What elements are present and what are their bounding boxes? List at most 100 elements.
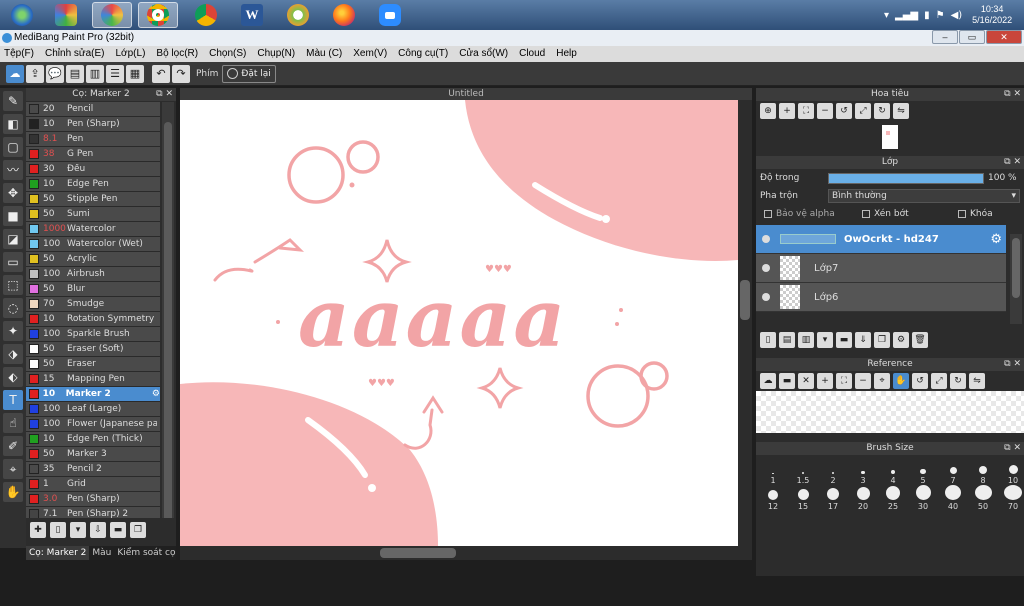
battery-icon[interactable]: ▮: [924, 10, 930, 21]
flag-icon[interactable]: ⚑: [936, 10, 945, 21]
brush-size-option[interactable]: 8: [968, 459, 998, 485]
folder-icon[interactable]: ▬: [110, 522, 126, 538]
maximize-button[interactable]: ▭: [959, 30, 985, 44]
brush-item[interactable]: 8.1 Pen: [26, 132, 160, 147]
list-icon[interactable]: ☰: [106, 64, 124, 83]
brush-item[interactable]: 38 G Pen: [26, 147, 160, 162]
open-folder-icon[interactable]: ▬: [779, 373, 795, 389]
new-halftone-layer-icon[interactable]: ▤: [779, 332, 795, 348]
brush-settings-gear-icon[interactable]: ⚙: [152, 389, 160, 399]
reference-canvas[interactable]: [756, 391, 1024, 433]
brush-tool-icon[interactable]: ✎: [3, 91, 23, 111]
layer-row[interactable]: OwOcrkt - hd247 ⚙: [756, 225, 1006, 254]
cloud-open-icon[interactable]: ☁: [760, 373, 776, 389]
signal-icon[interactable]: ▂▄▆: [895, 10, 918, 21]
undo-icon[interactable]: ↶: [152, 64, 170, 83]
eyedropper-icon[interactable]: ⌖: [874, 373, 890, 389]
lasso-tool-icon[interactable]: ◌: [3, 298, 23, 318]
brush-size-option[interactable]: 50: [968, 485, 998, 511]
canvas-vertical-scrollbar[interactable]: [738, 100, 752, 546]
fit-screen-icon[interactable]: ⤢: [855, 103, 871, 119]
reset-button[interactable]: Đặt lại: [222, 64, 276, 83]
brush-size-option[interactable]: 7: [938, 459, 968, 485]
blend-mode-select[interactable]: Bình thường ▾: [828, 189, 1020, 203]
flip-icon[interactable]: ⇋: [969, 373, 985, 389]
magic-wand-icon[interactable]: ✦: [3, 321, 23, 341]
taskbar-word[interactable]: W: [232, 2, 272, 28]
comment-icon[interactable]: 💬: [46, 64, 64, 83]
brush-size-option[interactable]: 3: [848, 459, 878, 485]
brush-item[interactable]: 30 Đều: [26, 162, 160, 177]
brush-item[interactable]: 1000 Watercolor: [26, 222, 160, 237]
drawing-canvas[interactable]: ♥♥♥ ♥♥♥ aaaaa: [180, 100, 738, 546]
rectangle-tool-icon[interactable]: ▢: [3, 137, 23, 157]
layer-list-scrollbar[interactable]: [1010, 234, 1022, 324]
zoom-in-icon[interactable]: +: [817, 373, 833, 389]
brush-item[interactable]: 50 Stipple Pen: [26, 192, 160, 207]
chat-icon[interactable]: ▤: [66, 64, 84, 83]
brush-size-option[interactable]: 15: [788, 485, 818, 511]
fit-screen-icon[interactable]: ⤢: [931, 373, 947, 389]
layer-folder-icon[interactable]: ▬: [836, 332, 852, 348]
brush-item[interactable]: 15 Mapping Pen: [26, 372, 160, 387]
brush-size-option[interactable]: 4: [878, 459, 908, 485]
protect-alpha-checkbox[interactable]: [764, 210, 772, 218]
zoom-in-icon[interactable]: +: [779, 103, 795, 119]
brush-size-option[interactable]: 10: [998, 459, 1024, 485]
tab-brush-control[interactable]: Kiểm soát cọ: [114, 546, 178, 560]
brush-item[interactable]: 20 Pencil: [26, 102, 160, 117]
rotate-left-icon[interactable]: ↺: [836, 103, 852, 119]
brush-item[interactable]: 50 Acrylic: [26, 252, 160, 267]
menu-view[interactable]: Xem(V): [353, 46, 387, 62]
new-layer-icon[interactable]: ▯: [760, 332, 776, 348]
actual-size-icon[interactable]: ⛶: [798, 103, 814, 119]
brush-size-option[interactable]: 5: [908, 459, 938, 485]
brush-item[interactable]: 1 Grid: [26, 477, 160, 492]
add-brush-icon[interactable]: ✚: [30, 522, 46, 538]
menu-window[interactable]: Cửa sổ(W): [459, 46, 508, 62]
move-tool-icon[interactable]: ✥: [3, 183, 23, 203]
close-button[interactable]: ✕: [986, 30, 1022, 44]
bucket-tool-icon[interactable]: ◪: [3, 229, 23, 249]
brush-item[interactable]: 10 Rotation Symmetry Pe: [26, 312, 160, 327]
document-icon[interactable]: ▥: [86, 64, 104, 83]
grid-icon[interactable]: ▦: [126, 64, 144, 83]
new-file-icon[interactable]: ▯: [50, 522, 66, 538]
menu-select[interactable]: Chọn(S): [209, 46, 246, 62]
brush-item[interactable]: 70 Smudge: [26, 297, 160, 312]
divide-tool-icon[interactable]: ✐: [3, 436, 23, 456]
brush-item[interactable]: 100 Flower (Japanese patt: [26, 417, 160, 432]
brush-item[interactable]: 100 Watercolor (Wet): [26, 237, 160, 252]
rotate-right-icon[interactable]: ↻: [874, 103, 890, 119]
brush-size-option[interactable]: 2: [818, 459, 848, 485]
layer-settings-icon[interactable]: ⚙: [893, 332, 909, 348]
menu-tools[interactable]: Công cụ(T): [398, 46, 448, 62]
minimize-button[interactable]: –: [932, 30, 958, 44]
eraser-tool-icon[interactable]: ◧: [3, 114, 23, 134]
taskbar-zoom[interactable]: [370, 2, 410, 28]
brush-item[interactable]: 10 Pen (Sharp): [26, 117, 160, 132]
panel-close-icon[interactable]: ⧉ ✕: [1004, 358, 1021, 371]
flip-icon[interactable]: ⇋: [893, 103, 909, 119]
menu-cloud[interactable]: Cloud: [519, 46, 545, 62]
merge-down-icon[interactable]: ⇓: [855, 332, 871, 348]
zoom-out-icon[interactable]: −: [817, 103, 833, 119]
import-icon[interactable]: ⇩: [90, 522, 106, 538]
close-reference-icon[interactable]: ✕: [798, 373, 814, 389]
clock[interactable]: 10:34 5/16/2022: [968, 4, 1016, 26]
brush-item[interactable]: 50 Sumi: [26, 207, 160, 222]
hand-icon[interactable]: ✋: [893, 373, 909, 389]
panel-close-icon[interactable]: ⧉ ✕: [1004, 156, 1021, 169]
duplicate-layer-icon[interactable]: ❐: [874, 332, 890, 348]
brush-size-option[interactable]: 40: [938, 485, 968, 511]
rotate-right-icon[interactable]: ↻: [950, 373, 966, 389]
taskbar-app-green[interactable]: [278, 2, 318, 28]
new-8bit-layer-icon[interactable]: ▥: [798, 332, 814, 348]
brush-item[interactable]: 35 Pencil 2: [26, 462, 160, 477]
canvas-horizontal-scrollbar[interactable]: [180, 546, 752, 560]
brush-item[interactable]: 10 Edge Pen: [26, 177, 160, 192]
brush-size-option[interactable]: 25: [878, 485, 908, 511]
taskbar-medibang[interactable]: [92, 2, 132, 28]
brush-item[interactable]: 10 Marker 2 ⚙: [26, 387, 160, 402]
brush-item[interactable]: 100 Airbrush: [26, 267, 160, 282]
